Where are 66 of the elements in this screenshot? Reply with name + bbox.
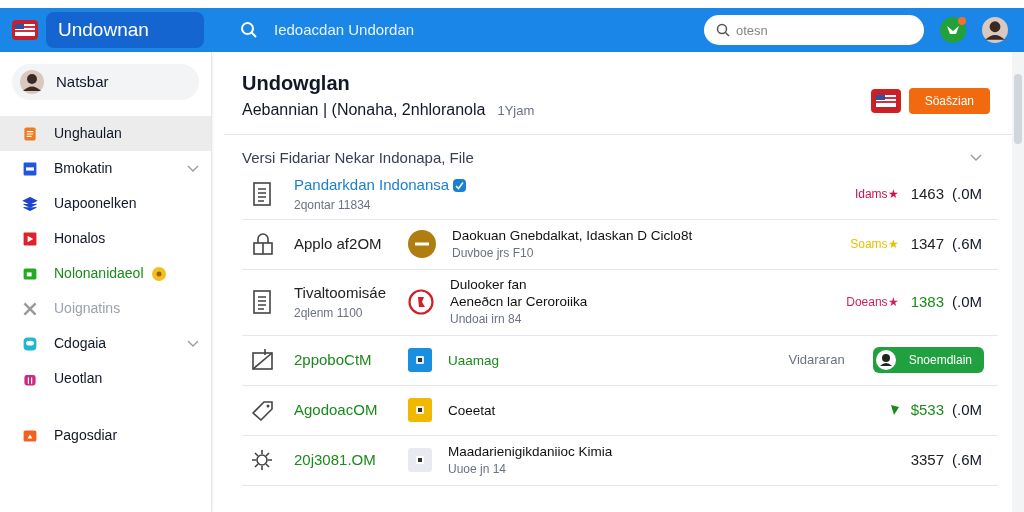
- rating-tag: Soams★: [850, 235, 899, 253]
- amount-unit: (.0M: [952, 399, 982, 420]
- amount: 1463: [910, 183, 944, 204]
- sidebar-item[interactable]: Ueotlan: [0, 361, 211, 396]
- page-meta: 1Yjam: [497, 102, 535, 120]
- document-icon: [250, 289, 274, 315]
- sidebar-item[interactable]: Honalos: [0, 221, 211, 256]
- row-subtitle: Uuoe jn 14: [448, 460, 508, 478]
- gear-icon: [250, 447, 274, 473]
- amount-unit: (.0M: [952, 291, 982, 312]
- row-title[interactable]: Applo af2OM: [294, 232, 382, 256]
- profile-name: Natsbar: [56, 71, 109, 92]
- row-text: Daokuan Gnebdalkat, Idaskan D Ciclo8t: [452, 226, 693, 244]
- flag-button[interactable]: [870, 89, 901, 113]
- page-title: Undowglan: [242, 71, 351, 96]
- avatar: [874, 349, 897, 371]
- amount: 1347: [910, 233, 944, 254]
- app-name[interactable]: Undownan: [46, 11, 204, 49]
- row-text: Aeneðcn lar Ceroroiika: [450, 293, 588, 310]
- chevron-icon: [187, 164, 199, 173]
- page-subtitle: Aebannian | (Nonaha, 2nhloranola: [242, 100, 486, 120]
- row-subtitle: 2qontar 11834: [294, 197, 372, 215]
- rating-tag: Doeans★: [846, 293, 899, 311]
- row-text: Maadarienigikdaniioc Kimia: [448, 442, 613, 460]
- sidebar-item[interactable]: Uapoonelken: [0, 186, 211, 221]
- row-text: Coeetat: [448, 401, 496, 419]
- sidebar-item[interactable]: Bmokatin: [0, 151, 211, 186]
- section-title: Versi Fidariar Nekar Indonapa, File: [242, 148, 475, 168]
- search-icon[interactable]: [240, 21, 258, 39]
- row-title[interactable]: 20j3081.OM: [294, 448, 376, 472]
- header-title: Iedoacdan Undordan: [274, 19, 415, 40]
- row-title[interactable]: 2ppoboCtM: [294, 348, 372, 372]
- row-subtitle: Duvboe jrs F10: [452, 244, 535, 262]
- avatar: [982, 17, 1008, 43]
- row-subtitle: Undoai irn 84: [450, 311, 523, 328]
- chevron-icon: [187, 339, 199, 348]
- row-title[interactable]: Pandarkdan Indonansa: [294, 173, 450, 197]
- search-icon: [716, 23, 730, 37]
- row-text: Uaamag: [448, 351, 500, 369]
- flag-logo-icon: [12, 20, 38, 40]
- flag-icon: [872, 91, 899, 111]
- profile-pill[interactable]: Natsbar: [12, 64, 199, 100]
- row-text: Dulooker fan: [450, 276, 528, 293]
- notification-icon[interactable]: [940, 17, 966, 43]
- document-icon: [250, 181, 274, 207]
- avatar: [20, 70, 44, 94]
- rating-tag: Idams★: [854, 185, 899, 203]
- sidebar-item[interactable]: Unghaulan: [0, 116, 211, 151]
- row-subtitle: 2qlenm 1100: [294, 305, 364, 323]
- sidebar-item[interactable]: Pagosdiar: [0, 418, 211, 453]
- amount: 1383: [910, 291, 944, 312]
- scrollbar[interactable]: [1012, 52, 1024, 512]
- row-title[interactable]: Tivaltoomisáe: [294, 281, 386, 305]
- amount-unit: (.0M: [952, 183, 982, 204]
- sidebar-item[interactable]: Cdogaia: [0, 326, 211, 361]
- amount: $533: [910, 399, 944, 420]
- sidebar-item[interactable]: Nolonanidaeol: [0, 256, 211, 291]
- search-field[interactable]: otesn: [704, 15, 924, 45]
- row-title[interactable]: AgodoacOM: [294, 398, 378, 422]
- lock-icon: [250, 231, 274, 257]
- amount-unit: (.6M: [952, 233, 982, 254]
- amount: 3357: [910, 449, 944, 470]
- amount-unit: (.6M: [952, 449, 982, 470]
- row-note: Vidararan: [788, 351, 845, 370]
- checkbox[interactable]: [453, 178, 467, 192]
- chevron-icon[interactable]: [970, 154, 982, 163]
